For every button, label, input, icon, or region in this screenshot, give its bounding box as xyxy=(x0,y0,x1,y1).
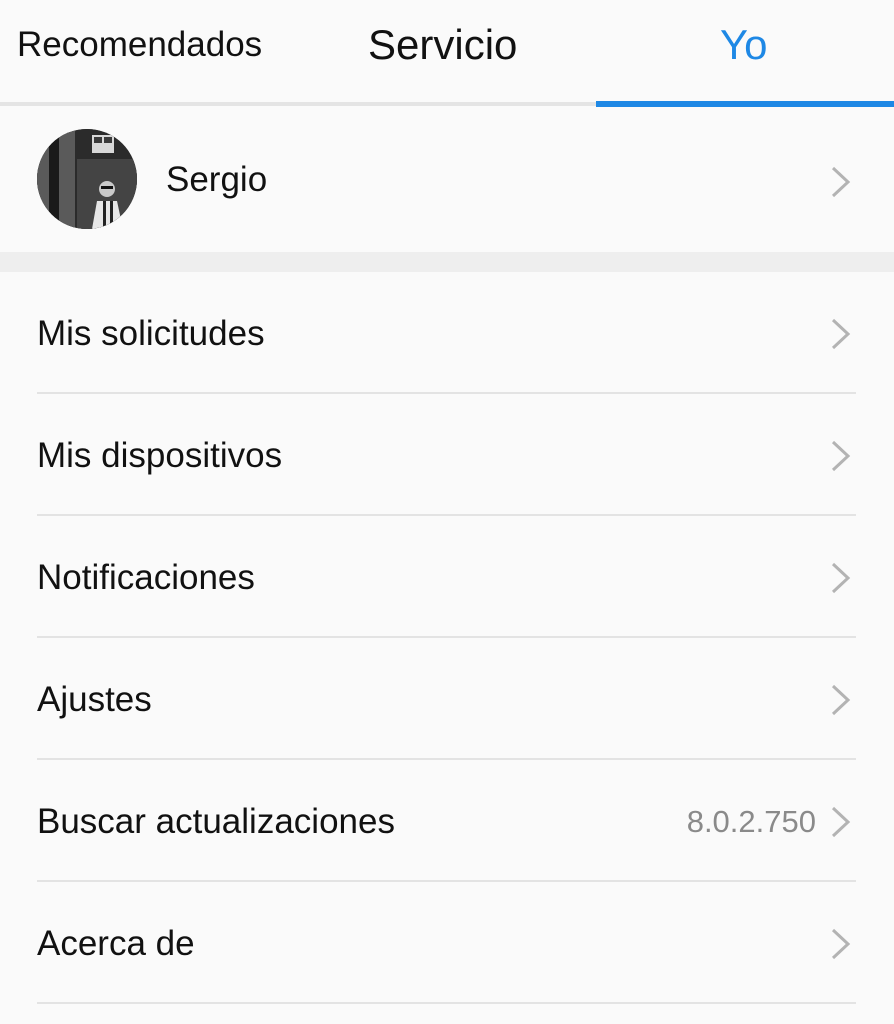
tab-servicio[interactable]: Servicio xyxy=(368,0,517,100)
menu-item-label: Mis dispositivos xyxy=(37,436,283,475)
section-divider xyxy=(0,252,894,272)
settings-menu: Mis solicitudes Mis dispositivos Notific… xyxy=(0,272,894,1004)
menu-item-label: Notificaciones xyxy=(37,558,255,597)
version-number: 8.0.2.750 xyxy=(686,804,816,839)
tab-yo[interactable]: Yo xyxy=(720,0,768,100)
menu-item-label: Mis solicitudes xyxy=(37,314,265,353)
tab-recomendados[interactable]: Recomendados xyxy=(17,0,262,100)
menu-item-acerca-de[interactable]: Acerca de xyxy=(0,882,894,1004)
menu-item-buscar-actualizaciones[interactable]: Buscar actualizaciones 8.0.2.750 xyxy=(0,760,894,882)
avatar xyxy=(37,129,137,229)
profile-name: Sergio xyxy=(166,160,268,199)
menu-item-mis-dispositivos[interactable]: Mis dispositivos xyxy=(0,394,894,516)
menu-item-notificaciones[interactable]: Notificaciones xyxy=(0,516,894,638)
tab-bar: Recomendados Servicio Yo xyxy=(0,0,894,107)
menu-item-label: Acerca de xyxy=(37,924,195,963)
chevron-right-icon xyxy=(828,317,854,351)
chevron-right-icon xyxy=(828,561,854,595)
chevron-right-icon xyxy=(828,165,854,199)
avatar-photo xyxy=(37,129,137,229)
chevron-right-icon xyxy=(828,683,854,717)
chevron-right-icon xyxy=(828,927,854,961)
chevron-right-icon xyxy=(828,439,854,473)
menu-item-ajustes[interactable]: Ajustes xyxy=(0,638,894,760)
menu-item-label: Buscar actualizaciones xyxy=(37,802,395,841)
profile-row[interactable]: Sergio xyxy=(0,107,894,252)
chevron-right-icon xyxy=(828,805,854,839)
menu-item-mis-solicitudes[interactable]: Mis solicitudes xyxy=(0,272,894,394)
menu-item-label: Ajustes xyxy=(37,680,152,719)
